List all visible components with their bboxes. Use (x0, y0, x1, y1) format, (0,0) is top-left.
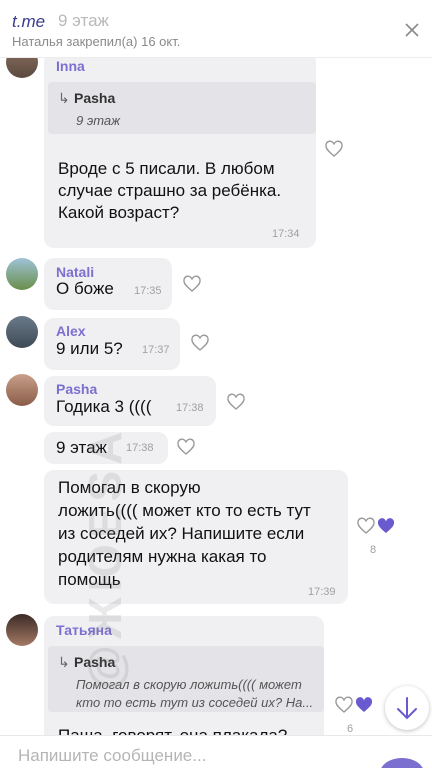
message-input[interactable]: Напишите сообщение... (18, 746, 206, 766)
message-time: 17:37 (142, 344, 170, 356)
heart-reaction-icon[interactable] (190, 334, 210, 352)
close-icon[interactable] (402, 20, 422, 40)
arrow-down-icon (397, 697, 417, 720)
pinned-subtitle: Наталья закрепил(а) 16 окт. (12, 34, 181, 49)
heart-reaction-icon[interactable] (182, 275, 202, 293)
avatar[interactable] (6, 374, 38, 406)
heart-reaction-icon[interactable] (356, 517, 376, 535)
pinned-message-text: 9 этаж (58, 11, 109, 30)
message-time: 17:39 (308, 586, 336, 598)
reply-arrow-icon: ↳ (58, 654, 70, 670)
message-input-bar[interactable]: Напишите сообщение... (0, 735, 432, 768)
reaction-count: 8 (370, 544, 377, 556)
pinned-message-bar[interactable]: t.me 9 этаж Наталья закрепил(а) 16 окт. (0, 0, 432, 58)
watermark: @ЖЮЕSA (79, 425, 131, 690)
brand-label: t.me (12, 12, 46, 31)
avatar[interactable] (6, 316, 38, 348)
scroll-down-button[interactable] (385, 686, 429, 730)
heart-reaction-icon[interactable] (226, 393, 246, 411)
heart-filled-icon[interactable] (354, 696, 374, 714)
avatar[interactable] (6, 614, 38, 646)
message-time: 17:38 (176, 402, 204, 414)
reply-arrow-icon: ↳ (58, 90, 70, 106)
heart-reaction-icon[interactable] (334, 696, 354, 714)
message-time: 17:34 (272, 228, 300, 240)
avatar[interactable] (6, 258, 38, 290)
message-time: 17:35 (134, 285, 162, 297)
heart-reaction-icon[interactable] (176, 438, 196, 456)
heart-filled-icon[interactable] (376, 517, 396, 535)
reaction-count: 6 (347, 723, 354, 735)
chat-view[interactable]: @ЖЮЕSA t.me 9 этаж Наталья закрепил(а) 1… (0, 0, 432, 768)
heart-reaction-icon[interactable] (324, 140, 344, 158)
